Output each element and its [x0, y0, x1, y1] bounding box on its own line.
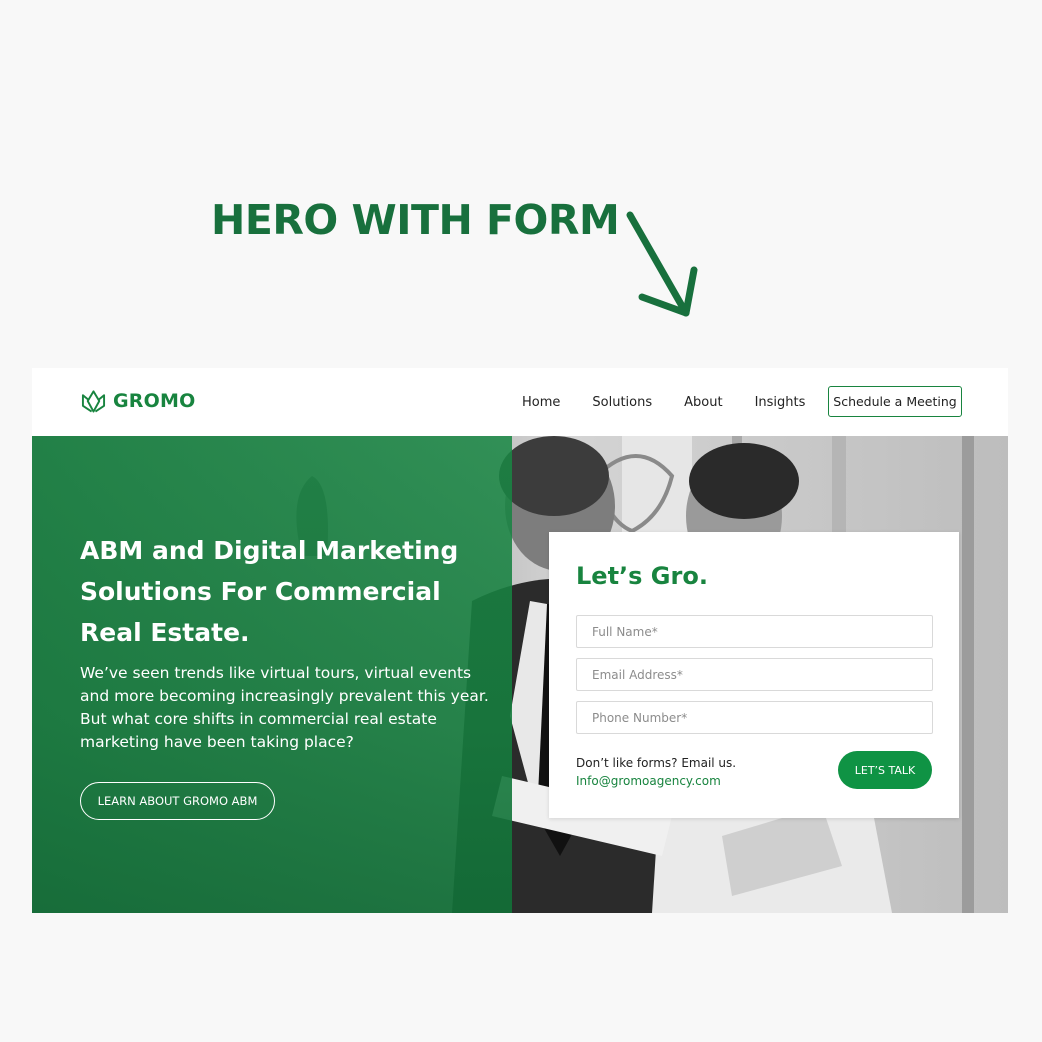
annotation-title: HERO WITH FORM: [211, 196, 620, 244]
website-mockup: GROMO Home Solutions About Insights Sche…: [32, 368, 1008, 913]
nav-link-home[interactable]: Home: [522, 395, 560, 410]
arrow-down-right-icon: [626, 211, 698, 317]
contact-form-card: Let’s Gro. Don’t like forms? Email us. I…: [549, 532, 959, 818]
lets-talk-button[interactable]: LET’S TALK: [838, 751, 932, 789]
logo[interactable]: GROMO: [81, 388, 195, 414]
nav-link-solutions[interactable]: Solutions: [592, 395, 652, 410]
nav-link-insights[interactable]: Insights: [755, 395, 806, 410]
schedule-meeting-button[interactable]: Schedule a Meeting: [828, 386, 962, 417]
full-name-field[interactable]: [576, 615, 933, 648]
nav-link-about[interactable]: About: [684, 395, 722, 410]
hero-section: ABM and Digital Marketing Solutions For …: [32, 436, 1008, 913]
top-navigation: GROMO Home Solutions About Insights Sche…: [32, 368, 1008, 436]
hero-description: We’ve seen trends like virtual tours, vi…: [80, 664, 489, 751]
form-note: Don’t like forms? Email us.: [576, 756, 737, 770]
logo-text: GROMO: [113, 390, 196, 412]
learn-about-button[interactable]: LEARN ABOUT GROMO ABM: [80, 782, 275, 820]
phone-field[interactable]: [576, 701, 933, 734]
nav-links: Home Solutions About Insights: [522, 368, 837, 436]
email-field[interactable]: [576, 658, 933, 691]
leaf-crown-icon: [81, 390, 106, 413]
form-title: Let’s Gro.: [576, 562, 708, 590]
email-link[interactable]: Info@gromoagency.com: [576, 772, 721, 790]
hero-heading: ABM and Digital Marketing Solutions For …: [80, 536, 459, 647]
